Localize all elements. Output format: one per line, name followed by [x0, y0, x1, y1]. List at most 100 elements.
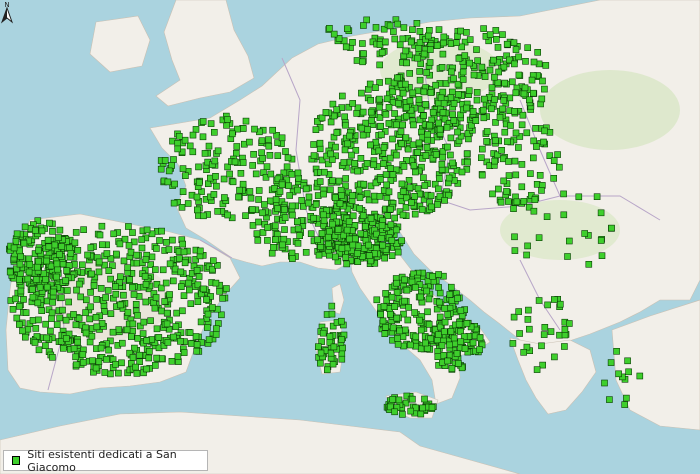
site-marker — [438, 160, 446, 168]
site-marker — [459, 68, 467, 76]
site-marker — [31, 339, 39, 346]
site-marker — [501, 128, 509, 136]
site-marker — [575, 193, 583, 201]
site-marker — [62, 316, 70, 324]
site-marker — [344, 140, 351, 148]
site-marker — [55, 234, 62, 241]
site-marker — [174, 353, 182, 360]
site-marker — [120, 257, 128, 265]
site-marker — [193, 266, 201, 274]
site-marker — [42, 276, 49, 283]
site-marker — [448, 364, 456, 372]
site-marker — [64, 287, 71, 294]
site-marker — [324, 233, 332, 241]
site-marker — [38, 307, 46, 315]
site-marker — [561, 325, 569, 333]
site-marker — [379, 317, 387, 325]
site-marker — [58, 243, 65, 250]
site-marker — [280, 206, 288, 213]
site-marker — [445, 174, 453, 182]
site-marker — [422, 101, 430, 108]
site-marker — [87, 303, 94, 311]
site-marker — [32, 276, 40, 283]
site-marker — [247, 194, 255, 202]
site-marker — [407, 38, 415, 46]
site-marker — [419, 404, 427, 412]
site-marker — [320, 217, 328, 224]
site-marker — [539, 77, 546, 85]
site-marker — [305, 193, 313, 201]
site-marker — [394, 20, 401, 28]
site-marker — [203, 296, 210, 303]
site-marker — [326, 24, 333, 32]
site-marker — [101, 369, 109, 376]
site-marker — [439, 153, 446, 161]
site-marker — [15, 321, 23, 328]
site-marker — [195, 273, 203, 280]
site-marker — [283, 163, 291, 171]
site-marker — [381, 330, 389, 338]
site-marker — [494, 79, 502, 86]
site-marker — [168, 162, 175, 169]
site-marker — [302, 185, 310, 193]
site-marker — [174, 140, 181, 147]
map-canvas[interactable]: N Siti esistenti dedicati a San Giacomo — [0, 0, 700, 474]
site-marker — [538, 342, 545, 350]
site-marker — [319, 211, 327, 219]
site-marker — [429, 272, 436, 280]
site-marker — [166, 260, 174, 268]
site-marker — [333, 129, 341, 136]
site-marker — [49, 298, 56, 306]
site-marker — [162, 279, 170, 287]
site-marker — [423, 287, 430, 295]
site-marker — [438, 342, 446, 349]
site-marker — [179, 307, 186, 315]
site-marker — [34, 299, 42, 307]
site-marker — [427, 46, 434, 53]
site-marker — [48, 315, 55, 322]
site-marker — [103, 250, 111, 257]
site-marker — [379, 160, 387, 167]
site-marker — [421, 395, 428, 403]
site-marker — [621, 401, 629, 408]
site-marker — [168, 357, 176, 365]
site-marker — [163, 320, 171, 328]
forest-area — [540, 70, 680, 150]
site-marker — [505, 158, 512, 165]
site-marker — [401, 297, 408, 305]
site-marker — [512, 46, 520, 53]
site-marker — [389, 135, 396, 143]
site-marker — [152, 266, 159, 273]
site-marker — [110, 230, 117, 238]
site-marker — [403, 59, 410, 67]
site-marker — [505, 198, 512, 205]
site-marker — [481, 73, 489, 80]
site-marker — [229, 178, 237, 186]
site-marker — [434, 353, 442, 361]
site-marker — [239, 159, 247, 166]
site-marker — [33, 263, 41, 271]
site-marker — [156, 237, 163, 244]
site-marker — [105, 346, 112, 354]
site-marker — [389, 171, 397, 178]
site-marker — [95, 268, 103, 276]
site-marker — [95, 358, 103, 365]
site-marker — [314, 343, 322, 351]
site-marker — [79, 351, 87, 358]
site-marker — [416, 39, 424, 46]
site-marker — [58, 294, 65, 302]
site-marker — [399, 411, 406, 418]
site-marker — [124, 309, 132, 316]
site-marker — [49, 353, 56, 361]
site-marker — [378, 49, 386, 56]
site-marker — [72, 361, 80, 369]
site-marker — [406, 97, 414, 105]
site-marker — [410, 162, 418, 169]
site-marker — [386, 154, 394, 162]
site-marker — [271, 236, 279, 243]
site-marker — [399, 35, 407, 43]
site-marker — [184, 200, 192, 207]
site-marker — [424, 136, 431, 144]
site-marker — [491, 73, 498, 81]
site-marker — [370, 161, 377, 169]
